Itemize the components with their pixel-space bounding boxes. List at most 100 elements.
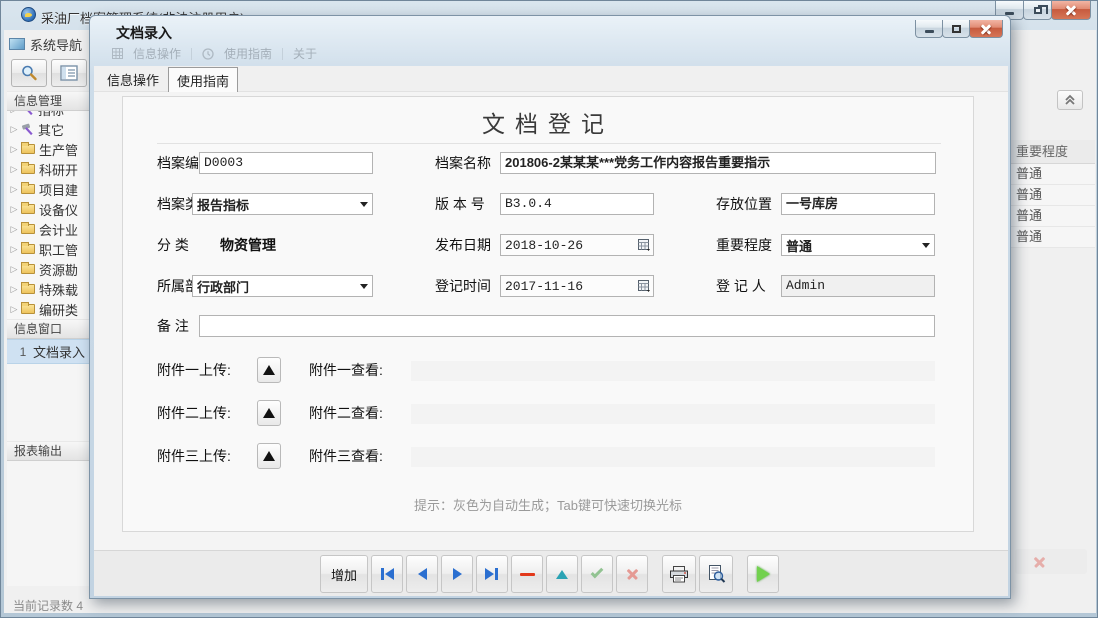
- registrant-input[interactable]: Admin: [781, 275, 935, 297]
- tree-item[interactable]: ▷ 设备仪: [7, 199, 91, 219]
- next-record-button[interactable]: [441, 555, 473, 593]
- prev-record-button[interactable]: [406, 555, 438, 593]
- cancel-record-icon: [1033, 556, 1045, 568]
- folder-icon: [21, 202, 35, 214]
- tree-item[interactable]: ▷ 职工管: [7, 239, 91, 259]
- folder-icon: [21, 242, 35, 254]
- dialog-close-button[interactable]: [969, 20, 1003, 38]
- attachment3-upload-button[interactable]: [257, 443, 281, 469]
- tree-item[interactable]: ▷ 项目建: [7, 179, 91, 199]
- preview-button[interactable]: [699, 555, 733, 593]
- tree-item-label: 资源勘: [39, 262, 79, 278]
- importance-label: 重要程度: [716, 237, 772, 253]
- calendar-icon: [638, 239, 650, 251]
- combo-value: 普通: [786, 238, 813, 254]
- grid-cell[interactable]: 普通: [1011, 206, 1095, 227]
- main-close-button[interactable]: [1051, 1, 1091, 20]
- expand-icon[interactable]: ▷: [7, 224, 21, 235]
- first-record-button[interactable]: [371, 555, 403, 593]
- tree-item[interactable]: ▷ 生产管: [7, 139, 91, 159]
- expand-icon[interactable]: ▷: [7, 304, 21, 315]
- cancel-record-button[interactable]: [616, 555, 648, 593]
- folder-icon: [21, 302, 35, 314]
- search-button[interactable]: [11, 59, 47, 87]
- background-cancel-button[interactable]: [1015, 549, 1087, 574]
- menu-separator: [282, 47, 284, 60]
- version-input[interactable]: B3.0.4: [500, 193, 654, 215]
- register-time-input[interactable]: 2017-11-16: [500, 275, 654, 297]
- tree-item[interactable]: ▷ 科研开: [7, 159, 91, 179]
- menu-item-info-ops[interactable]: 信息操作: [133, 45, 181, 62]
- add-record-button[interactable]: 增加: [320, 555, 368, 593]
- tree-item-label: 项目建: [39, 182, 79, 198]
- preview-icon: [708, 565, 725, 583]
- last-record-button[interactable]: [476, 555, 508, 593]
- tree-item-label: 科研开: [39, 162, 79, 178]
- tab-guide[interactable]: 使用指南: [168, 67, 238, 92]
- dialog-maximize-button[interactable]: [942, 20, 970, 38]
- archive-no-input[interactable]: D0003: [199, 152, 373, 174]
- execute-button[interactable]: [747, 555, 779, 593]
- tree-item[interactable]: ▷ 编研类: [7, 299, 91, 319]
- dialog-menubar: 信息操作 使用指南 关于: [112, 45, 317, 62]
- tree-item[interactable]: ▷ 会计业: [7, 219, 91, 239]
- expand-icon[interactable]: ▷: [7, 184, 21, 195]
- expand-icon[interactable]: ▷: [7, 111, 21, 115]
- app-logo-icon: [21, 7, 36, 22]
- info-window-item-selected[interactable]: 1 文档录入: [7, 339, 91, 364]
- attachment1-upload-button[interactable]: [257, 357, 281, 383]
- expand-icon[interactable]: ▷: [7, 124, 21, 135]
- next-record-icon: [452, 568, 462, 580]
- attachment2-view-label: 附件二查看:: [309, 405, 383, 421]
- menu-item-about[interactable]: 关于: [293, 45, 317, 62]
- publish-date-input[interactable]: 2018-10-26: [500, 234, 654, 256]
- main-restore-button[interactable]: [1023, 1, 1052, 20]
- attachment2-upload-label: 附件二上传:: [157, 405, 231, 421]
- attachment3-view-field[interactable]: [411, 447, 935, 467]
- category-label: 分 类: [157, 237, 189, 253]
- tab-info-ops[interactable]: 信息操作: [100, 66, 166, 92]
- archive-name-input[interactable]: 201806-2某某某***党务工作内容报告重要指示: [500, 152, 936, 174]
- importance-combo[interactable]: 普通: [781, 234, 935, 256]
- chevron-down-icon[interactable]: [356, 276, 372, 296]
- form-view-button[interactable]: [51, 59, 87, 87]
- version-label: 版 本 号: [435, 196, 485, 212]
- delete-record-button[interactable]: [511, 555, 543, 593]
- tree-item[interactable]: ▷ 指标: [7, 111, 91, 119]
- folder-icon: [21, 162, 35, 174]
- expand-icon[interactable]: ▷: [7, 164, 21, 175]
- tree-item[interactable]: ▷ 其它: [7, 119, 91, 139]
- expand-icon[interactable]: ▷: [7, 264, 21, 275]
- edit-record-button[interactable]: [546, 555, 578, 593]
- department-combo[interactable]: 行政部门: [192, 275, 373, 297]
- attachment2-view-field[interactable]: [411, 404, 935, 424]
- expand-icon[interactable]: ▷: [7, 244, 21, 255]
- grid-column-header: 重要程度: [1011, 140, 1095, 164]
- grid-cell[interactable]: 普通: [1011, 227, 1095, 248]
- collapse-panel-button[interactable]: [1057, 90, 1083, 110]
- upload-icon: [263, 408, 275, 418]
- dialog-minimize-button[interactable]: [915, 20, 943, 38]
- last-record-icon: [485, 568, 499, 580]
- expand-icon[interactable]: ▷: [7, 144, 21, 155]
- archive-tree: ▷ 指标 ▷ 其它 ▷ 生产管 ▷ 科研开 ▷ 项目建 ▷ 设备仪 ▷ 会计业 ▷ 职工管 ▷ 资…: [7, 111, 91, 319]
- chevron-down-icon[interactable]: [918, 235, 934, 255]
- remark-input[interactable]: [199, 315, 935, 337]
- attachment2-upload-button[interactable]: [257, 400, 281, 426]
- calendar-picker-button[interactable]: [635, 235, 653, 255]
- chevron-down-icon[interactable]: [356, 194, 372, 214]
- calendar-picker-button[interactable]: [635, 276, 653, 296]
- location-input[interactable]: 一号库房: [781, 193, 935, 215]
- archive-type-combo[interactable]: 报告指标: [192, 193, 373, 215]
- tree-item[interactable]: ▷ 特殊载: [7, 279, 91, 299]
- print-button[interactable]: [662, 555, 696, 593]
- grid-cell[interactable]: 普通: [1011, 164, 1095, 185]
- attachment1-view-field[interactable]: [411, 361, 935, 381]
- divider: [157, 143, 941, 144]
- post-record-button[interactable]: [581, 555, 613, 593]
- expand-icon[interactable]: ▷: [7, 204, 21, 215]
- menu-item-guide[interactable]: 使用指南: [224, 45, 272, 62]
- tree-item[interactable]: ▷ 资源勘: [7, 259, 91, 279]
- grid-cell[interactable]: 普通: [1011, 185, 1095, 206]
- expand-icon[interactable]: ▷: [7, 284, 21, 295]
